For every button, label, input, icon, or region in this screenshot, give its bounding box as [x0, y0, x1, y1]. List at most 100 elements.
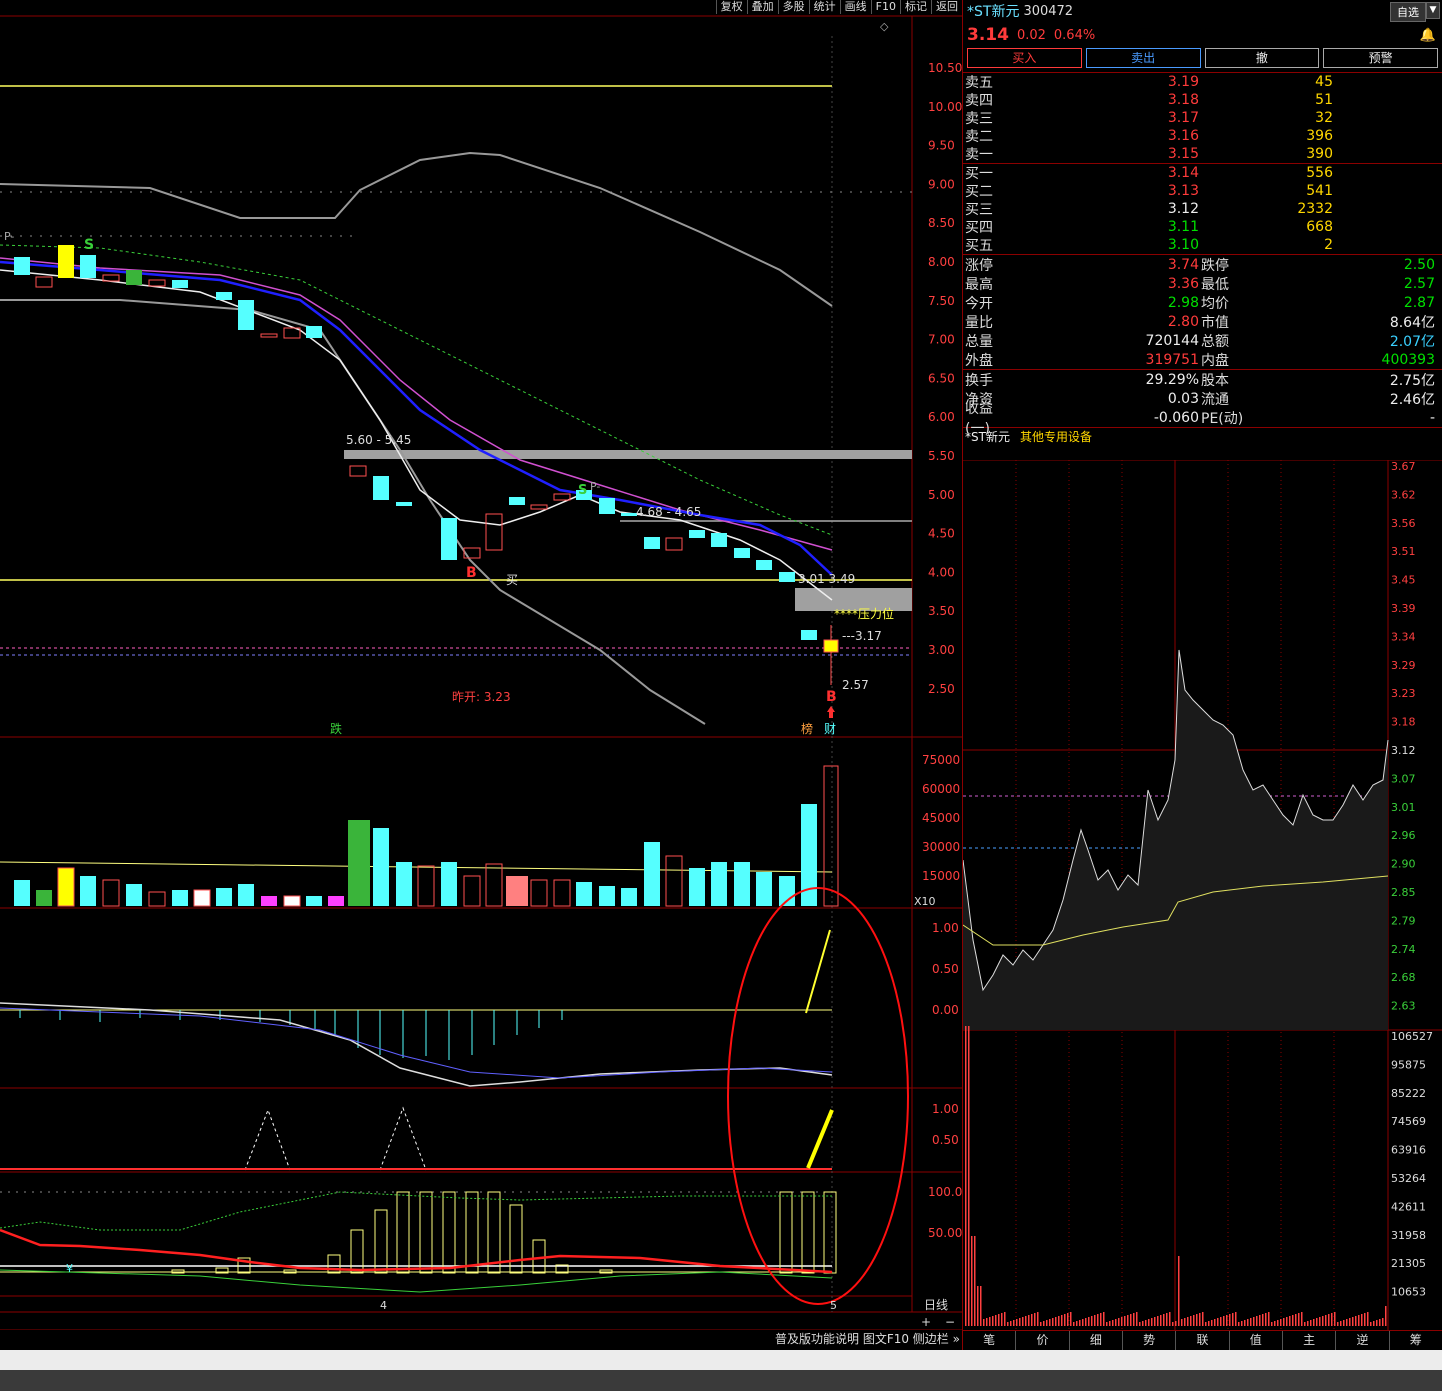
candle — [349, 465, 367, 477]
tab-5[interactable]: 值 — [1230, 1331, 1283, 1350]
mini-vol-bar — [974, 1236, 976, 1326]
mini-vol-bar — [1253, 1317, 1255, 1326]
self-select-button[interactable]: 自选 — [1390, 2, 1426, 22]
tab-2[interactable]: 细 — [1070, 1331, 1123, 1350]
mini-vol-bar — [1091, 1316, 1093, 1326]
marker-b-2: B — [826, 689, 837, 705]
mini-axis-tick: 42611 — [1391, 1200, 1426, 1213]
stat-value-2: 8.64亿 — [1389, 314, 1435, 331]
asks-row[interactable]: 卖五 3.19 45 — [963, 73, 1442, 91]
axis-tick: 2.50 — [928, 682, 955, 696]
tab-7[interactable]: 逆 — [1336, 1331, 1390, 1350]
mini-axis-tick: 53264 — [1391, 1172, 1426, 1185]
diamond-icon[interactable]: ◇ — [880, 20, 889, 33]
zoom-in-button[interactable]: + — [921, 1315, 931, 1329]
ob-label: 卖三 — [965, 111, 993, 127]
industry-label[interactable]: 其他专用设备 — [1020, 428, 1092, 445]
candle — [126, 270, 142, 285]
bids-row[interactable]: 买一 3.14 556 — [963, 164, 1442, 182]
zone-5-60 — [344, 450, 912, 459]
asks-row[interactable]: 卖一 3.15 390 — [963, 145, 1442, 163]
status-bar[interactable]: 普及版功能说明 图文F10 侧边栏 » — [775, 1330, 960, 1350]
bids-row[interactable]: 买二 3.13 541 — [963, 182, 1442, 200]
macd-dif — [0, 1002, 833, 1087]
tab-4[interactable]: 联 — [1176, 1331, 1230, 1350]
label-zone-2: 4.68 - 4.65 — [636, 505, 701, 519]
kline-chart-panel[interactable]: 复权 叠加 多股 统计 画线 F10 标记 返回 10.50 10.00 9.5… — [0, 0, 962, 1330]
ask-list: 卖五 3.19 45 卖四 3.18 51 卖三 3.17 32 卖二 3.16 396 卖一 3.15 3… — [963, 72, 1442, 163]
candle — [711, 533, 727, 547]
ob-price: 3.19 — [1167, 74, 1199, 90]
ob-volume: 2332 — [1297, 201, 1333, 217]
mini-vol-bar — [1325, 1315, 1327, 1326]
mini-axis-tick: 10653 — [1391, 1286, 1426, 1299]
mini-vol-bar — [1085, 1318, 1087, 1326]
label-2-57: 2.57 — [842, 678, 869, 692]
candle — [485, 513, 503, 551]
mini-vol-bar — [968, 1026, 970, 1326]
bids-row[interactable]: 买三 3.12 2332 — [963, 200, 1442, 218]
mini-axis-tick: 3.67 — [1391, 460, 1416, 473]
axis-tick: 7.00 — [928, 333, 955, 347]
stat-label-2: PE(动) — [1201, 410, 1244, 427]
mini-vol-bar — [1052, 1318, 1054, 1326]
stat-label: 外盘 — [965, 352, 993, 369]
mini-vol-bar — [1007, 1322, 1009, 1326]
label-zone-1: 5.60 - 5.45 — [346, 433, 411, 447]
mini-vol-bar — [1175, 1321, 1177, 1326]
marker-p-2: P- — [590, 480, 600, 493]
tab-3[interactable]: 势 — [1123, 1331, 1177, 1350]
mini-vol-bar — [1331, 1313, 1333, 1326]
mini-vol-bar — [1196, 1314, 1198, 1326]
stat-row: 收益(一) -0.060 PE(动) - — [963, 401, 1442, 437]
ind2-peaks — [244, 1106, 427, 1171]
chevron-down-icon[interactable]: ▼ — [1426, 2, 1440, 19]
stat-value-2: 2.46亿 — [1389, 391, 1435, 408]
mini-vol-bar — [1094, 1315, 1096, 1326]
bids-row[interactable]: 买四 3.11 668 — [963, 218, 1442, 236]
mini-vol-bar — [1370, 1322, 1372, 1326]
stats-main: 涨停 3.74 跌停 2.50 最高 3.36 最低 2.57 今开 2.98 均价 2.87 量比 2.… — [963, 254, 1442, 369]
quote-sidebar: *ST新元 300472 自选 ▼ 3.14 0.02 0.64% 🔔 买入 卖… — [962, 0, 1442, 1350]
alert-button[interactable]: 预警 — [1323, 48, 1438, 68]
stat-value-2: 2.57 — [1403, 275, 1435, 292]
buy-button[interactable]: 买入 — [967, 48, 1082, 68]
mini-vol-bar — [1079, 1320, 1081, 1326]
mini-vol-bar — [1067, 1313, 1069, 1326]
bids-row[interactable]: 买五 3.10 2 — [963, 236, 1442, 254]
mini-vol-bar — [1187, 1317, 1189, 1326]
tab-0[interactable]: 笔 — [963, 1331, 1017, 1350]
tab-1[interactable]: 价 — [1016, 1331, 1070, 1350]
mini-vol-bar — [989, 1317, 991, 1326]
intraday-chart[interactable]: 3.67 3.62 3.56 3.51 3.45 3.39 3.34 3.29 3.23 3.18… — [963, 460, 1442, 1330]
volume-bars — [14, 765, 839, 907]
candle — [665, 537, 683, 551]
sell-button[interactable]: 卖出 — [1085, 48, 1201, 68]
macd-dea — [0, 1007, 833, 1079]
mini-vol-bar — [1064, 1314, 1066, 1326]
axis-tick: 0.00 — [932, 1003, 959, 1017]
marker-cai: 财 — [824, 722, 836, 736]
asks-row[interactable]: 卖二 3.16 396 — [963, 127, 1442, 145]
cancel-button[interactable]: 撤 — [1204, 48, 1320, 68]
tab-8[interactable]: 筹 — [1390, 1331, 1442, 1350]
marker-bang: 榜 — [801, 721, 813, 736]
tab-6[interactable]: 主 — [1283, 1331, 1337, 1350]
mini-vol-bar — [1181, 1319, 1183, 1326]
period-daily[interactable]: 日线 — [924, 1298, 948, 1312]
mini-vol-bar — [1166, 1313, 1168, 1326]
asks-row[interactable]: 卖四 3.18 51 — [963, 91, 1442, 109]
label-3-17: ---3.17 — [842, 629, 882, 643]
zoom-out-button[interactable]: − — [945, 1315, 955, 1329]
bell-icon[interactable]: 🔔 — [1420, 28, 1436, 43]
mini-vol-bar — [1364, 1313, 1366, 1326]
ma-blue — [0, 260, 833, 576]
price-row: 3.14 0.02 0.64% 🔔 — [963, 22, 1442, 48]
ob-label: 买五 — [965, 238, 993, 254]
mini-vol-bar — [1283, 1318, 1285, 1326]
stat-value-2: 2.75亿 — [1389, 372, 1435, 389]
mini-axis-tick: 3.39 — [1391, 602, 1416, 615]
axis-tick: 30000 — [922, 840, 960, 854]
asks-row[interactable]: 卖三 3.17 32 — [963, 109, 1442, 127]
chart-svg: 10.50 10.00 9.50 9.00 8.50 8.00 7.50 7.00 6.50 6.… — [0, 15, 962, 1330]
